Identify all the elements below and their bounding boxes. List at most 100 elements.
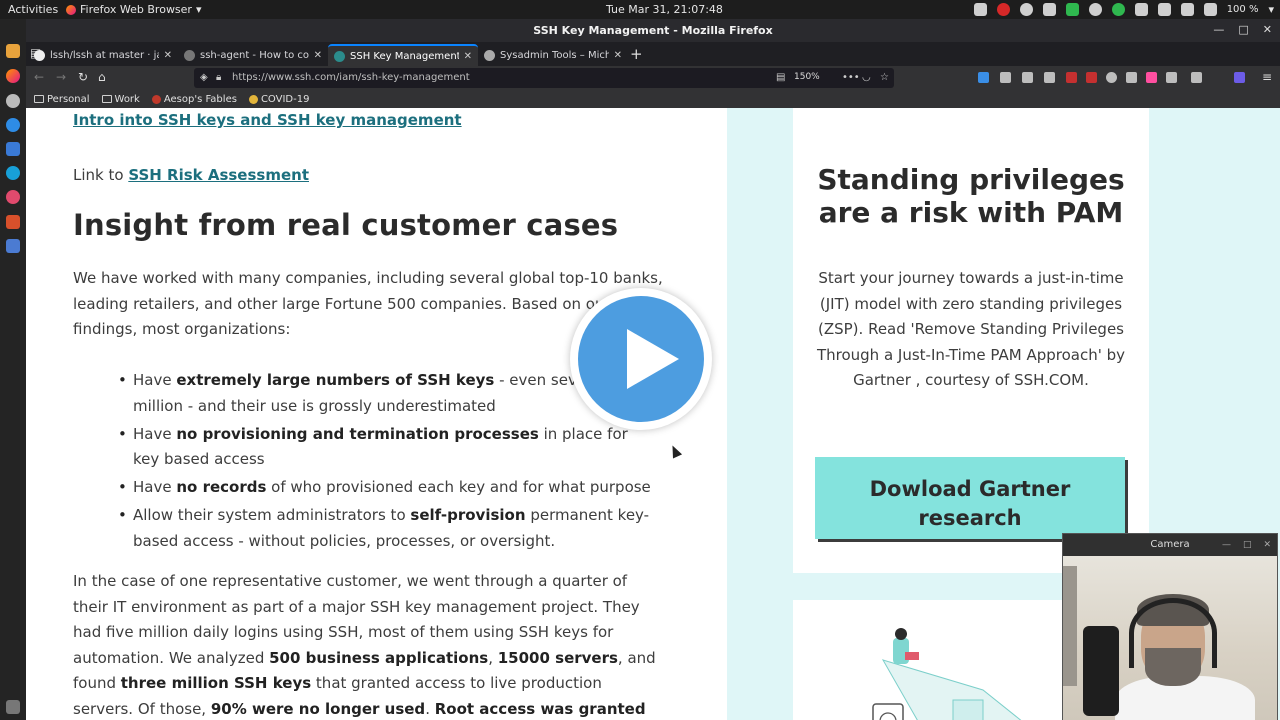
- url-bar[interactable]: ◈ 🔒︎ https://www.ssh.com/iam/ssh-key-man…: [194, 68, 894, 88]
- github-icon: [34, 49, 45, 61]
- thunderbird-icon[interactable]: [6, 142, 20, 156]
- extension-bars-icon[interactable]: [1191, 72, 1202, 83]
- aesop-favicon-icon: [151, 94, 161, 104]
- close-tab-icon[interactable]: ✕: [164, 50, 172, 61]
- bookmark-aesops-fables[interactable]: Aesop's Fables: [151, 94, 237, 105]
- system-tray: 100 % ▾: [973, 0, 1280, 19]
- shield-icon[interactable]: ◈: [200, 72, 208, 83]
- download-icon[interactable]: [978, 72, 989, 83]
- findings-list: Have extremely large numbers of SSH keys…: [118, 368, 653, 557]
- forward-icon[interactable]: →: [56, 70, 66, 84]
- lock-icon[interactable]: 🔒︎: [216, 72, 221, 83]
- dock: [0, 19, 26, 720]
- firefox-icon[interactable]: [6, 69, 20, 83]
- extension-globe-icon[interactable]: [1106, 72, 1117, 83]
- reload-icon[interactable]: ↻: [78, 70, 88, 84]
- bookmark-covid-19[interactable]: COVID-19: [248, 94, 309, 105]
- library-icon[interactable]: [1000, 72, 1011, 83]
- cloud-icon[interactable]: [1019, 3, 1033, 16]
- app-grid-icon[interactable]: [6, 700, 20, 714]
- promo-illustration: [872, 628, 1022, 720]
- close-tab-icon[interactable]: ✕: [614, 50, 622, 61]
- bookmark-work[interactable]: Work: [101, 94, 140, 105]
- stackexchange-icon: [184, 49, 195, 61]
- network-icon[interactable]: [1134, 3, 1148, 16]
- battery-icon[interactable]: [1203, 3, 1217, 16]
- tab-ssh-key-management[interactable]: SSH Key Management ✕: [328, 44, 478, 66]
- case-study-paragraph: In the case of one representative custom…: [73, 572, 656, 718]
- list-item: Allow their system administrators to sel…: [118, 503, 653, 554]
- skype-icon[interactable]: [6, 166, 20, 180]
- video-play-button[interactable]: [570, 288, 712, 430]
- promo-heading: Standing privileges are a risk with PAM: [817, 163, 1125, 229]
- user-status-icon[interactable]: [1088, 3, 1102, 16]
- camera-window[interactable]: Camera — □ ✕: [1062, 533, 1278, 720]
- ssh-favicon-icon: [334, 50, 345, 62]
- bookmark-personal[interactable]: Personal: [34, 94, 90, 105]
- git-icon[interactable]: [6, 215, 20, 229]
- minimize-icon[interactable]: —: [1213, 23, 1224, 36]
- activities-button[interactable]: Activities: [8, 3, 58, 16]
- bluetooth-icon[interactable]: [1157, 3, 1171, 16]
- slack-icon[interactable]: [6, 190, 20, 204]
- folder-icon: [34, 95, 44, 103]
- new-tab-icon[interactable]: +: [630, 45, 643, 63]
- window-title: SSH Key Management - Mozilla Firefox: [533, 24, 773, 37]
- download-gartner-research-button[interactable]: Dowload Gartner research: [815, 457, 1125, 539]
- hamburger-menu-icon[interactable]: ≡: [1262, 70, 1272, 84]
- extension-red-icon[interactable]: [1086, 72, 1097, 83]
- window-titlebar: SSH Key Management - Mozilla Firefox — □…: [26, 19, 1280, 42]
- gnome-top-bar: Activities Firefox Web Browser ▾ Tue Mar…: [0, 0, 1280, 19]
- check-icon[interactable]: [1065, 3, 1079, 16]
- close-icon[interactable]: ✕: [1263, 534, 1271, 556]
- intro-ssh-keys-link[interactable]: Intro into SSH keys and SSH key manageme…: [73, 111, 462, 129]
- dropbox-icon[interactable]: [1042, 3, 1056, 16]
- url-text[interactable]: https://www.ssh.com/iam/ssh-key-manageme…: [232, 72, 470, 83]
- promo-paragraph: Start your journey towards a just-in-tim…: [816, 269, 1126, 389]
- docker-icon[interactable]: [973, 3, 987, 16]
- close-tab-icon[interactable]: ✕: [314, 50, 322, 61]
- tab-sysadmin-tools[interactable]: Sysadmin Tools – Michae ✕: [478, 44, 628, 66]
- chevron-down-icon: ▾: [195, 3, 202, 16]
- risk-assessment-line: Link to SSH Risk Assessment: [73, 166, 309, 184]
- close-icon[interactable]: ✕: [1263, 23, 1272, 36]
- blog-favicon-icon: [484, 49, 495, 61]
- tab-ssh-agent[interactable]: ssh-agent - How to confi ✕: [178, 44, 328, 66]
- extension-color-icon[interactable]: [1146, 72, 1157, 83]
- maximize-icon[interactable]: □: [1238, 23, 1248, 36]
- tab-lssh[interactable]: lssh/lssh at master · jam ✕: [28, 44, 178, 66]
- tab-strip: ▤ lssh/lssh at master · jam ✕ ssh-agent …: [26, 42, 1280, 66]
- ublock-icon[interactable]: [1066, 72, 1077, 83]
- chrome-icon[interactable]: [6, 94, 20, 108]
- extension-purple-icon[interactable]: [1234, 72, 1245, 83]
- folder-icon: [101, 95, 112, 103]
- maximize-icon[interactable]: □: [1243, 534, 1252, 556]
- back-icon[interactable]: ←: [34, 70, 44, 84]
- sidebar-icon[interactable]: [1022, 72, 1033, 83]
- zoom-level[interactable]: 150%: [794, 72, 820, 82]
- signal-icon[interactable]: [6, 118, 20, 132]
- minimize-icon[interactable]: —: [1222, 534, 1231, 556]
- pocket-icon[interactable]: ◡: [862, 72, 871, 83]
- section-heading: Insight from real customer cases: [73, 208, 619, 242]
- pam-promo-card: Standing privileges are a risk with PAM …: [793, 108, 1149, 573]
- extension-v-icon[interactable]: [1166, 72, 1177, 83]
- vpn-icon[interactable]: [1111, 3, 1125, 16]
- volume-icon[interactable]: [1180, 3, 1194, 16]
- home-icon[interactable]: ⌂: [98, 70, 106, 84]
- chevron-down-icon[interactable]: ▾: [1268, 3, 1274, 16]
- record-icon[interactable]: [996, 3, 1010, 16]
- bookmark-star-icon[interactable]: ☆: [880, 72, 889, 83]
- app-menu[interactable]: Firefox Web Browser ▾: [66, 3, 202, 16]
- page-actions-icon[interactable]: •••: [842, 72, 860, 83]
- list-item: Have no records of who provisioned each …: [118, 475, 653, 501]
- reader-view-icon[interactable]: ▤: [776, 72, 785, 83]
- webcam-feed: [1063, 556, 1277, 720]
- clock[interactable]: Tue Mar 31, 21:07:48: [606, 3, 723, 16]
- containers-icon[interactable]: [1044, 72, 1055, 83]
- files-icon[interactable]: [6, 44, 20, 58]
- ssh-risk-assessment-link[interactable]: SSH Risk Assessment: [128, 166, 309, 184]
- remote-desktop-icon[interactable]: [6, 239, 20, 253]
- close-tab-icon[interactable]: ✕: [464, 51, 472, 62]
- extension-lens-icon[interactable]: [1126, 72, 1137, 83]
